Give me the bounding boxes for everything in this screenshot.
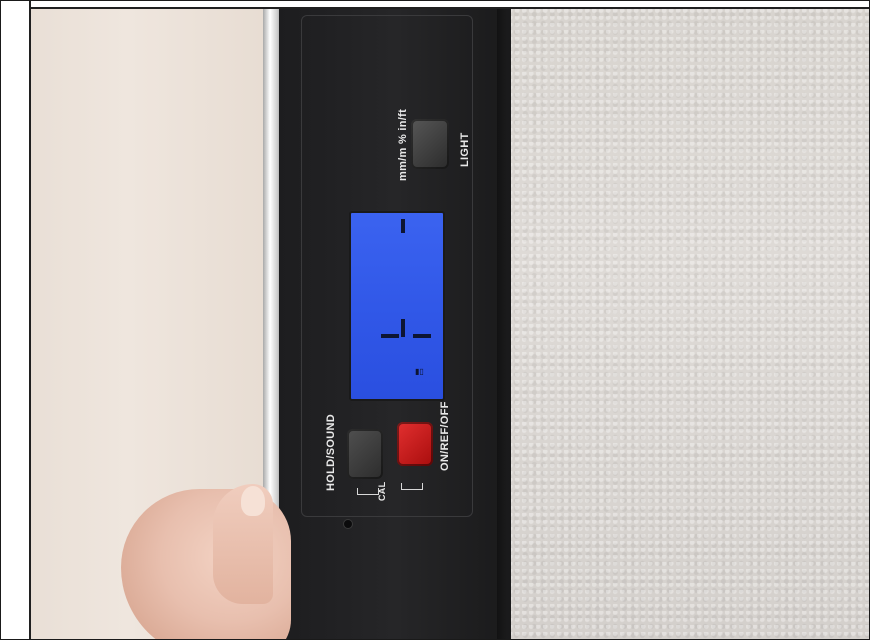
- light-button[interactable]: [411, 119, 449, 169]
- on-ref-off-button[interactable]: [397, 422, 433, 466]
- cal-bracket: [401, 483, 423, 490]
- on-ref-off-label: ON/REF/OFF: [439, 401, 451, 471]
- left-border: [1, 1, 31, 639]
- lcd-display: ▮▯: [349, 211, 445, 401]
- lcd-segment: [413, 334, 431, 338]
- photo-frame: mm/m % in/ft LIGHT ▮▯ HOLD/SOUND CAL ON/…: [0, 0, 870, 640]
- textured-wall: [501, 9, 869, 639]
- lcd-segment: [401, 219, 405, 233]
- hold-sound-button[interactable]: [347, 429, 383, 479]
- light-label: LIGHT: [459, 132, 471, 168]
- screw-hole: [343, 519, 353, 529]
- mode-label: mm/m % in/ft: [397, 108, 409, 181]
- lcd-segment: [401, 319, 405, 337]
- top-border: [1, 1, 869, 9]
- lcd-segment: [381, 334, 399, 338]
- cal-bracket: [357, 488, 379, 495]
- battery-icon: ▮▯: [415, 367, 424, 376]
- hold-label: HOLD/SOUND: [325, 414, 337, 491]
- thumbnail: [241, 486, 265, 516]
- level-shadow: [497, 9, 507, 639]
